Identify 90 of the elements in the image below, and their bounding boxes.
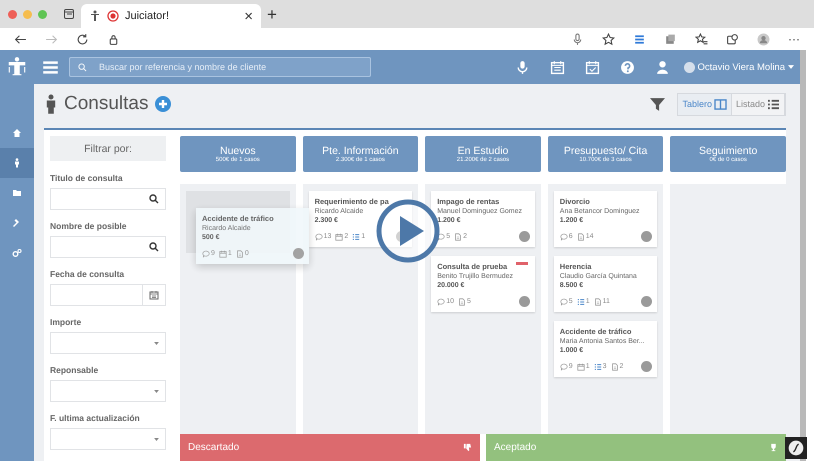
extension-icon[interactable] xyxy=(664,32,677,46)
input-field[interactable] xyxy=(50,236,166,258)
add-icon[interactable] xyxy=(154,96,170,112)
collections-icon[interactable] xyxy=(726,32,739,46)
document-icon xyxy=(236,250,244,258)
favorites-icon[interactable] xyxy=(695,32,708,46)
comment-icon xyxy=(437,232,446,240)
microphone-icon[interactable] xyxy=(514,60,530,74)
search-icon xyxy=(78,63,87,72)
maximize-window-button[interactable] xyxy=(38,10,47,18)
caret-icon xyxy=(154,438,159,440)
caret-icon xyxy=(154,342,159,344)
user-icon[interactable] xyxy=(654,60,670,74)
tab-overview-icon[interactable] xyxy=(63,8,75,20)
field-label: Reponsable xyxy=(50,365,100,375)
page-title: Consultas xyxy=(64,93,148,115)
field-label: F. ultima actualización xyxy=(50,413,141,423)
field-label: Nombre de posible xyxy=(50,221,128,231)
avatar xyxy=(641,296,652,307)
list-icon[interactable] xyxy=(633,32,646,46)
lock-icon xyxy=(107,32,120,46)
search-icon xyxy=(149,194,159,204)
profile-icon[interactable] xyxy=(757,32,770,46)
home-icon xyxy=(12,128,22,138)
menu-button[interactable]: ··· xyxy=(788,32,800,46)
input-field[interactable] xyxy=(50,380,166,402)
avatar xyxy=(684,62,695,72)
framework-icon[interactable] xyxy=(785,437,807,459)
comment-icon xyxy=(560,298,568,306)
calendar-icon xyxy=(576,362,585,370)
avatar xyxy=(641,361,652,372)
comment-icon xyxy=(314,232,323,240)
columns-icon xyxy=(714,98,727,110)
nav-item[interactable] xyxy=(0,148,34,178)
person-icon xyxy=(12,158,22,168)
folder-icon xyxy=(12,188,22,198)
calendar-check-icon[interactable] xyxy=(584,60,600,74)
document-icon xyxy=(576,232,585,240)
input-field[interactable] xyxy=(50,188,166,210)
list-icon xyxy=(594,362,602,370)
tab-title: Juiciator! xyxy=(125,10,170,22)
comment-icon xyxy=(437,298,446,306)
document-icon xyxy=(458,298,466,306)
field-label: Importe xyxy=(50,317,82,327)
microphone-icon[interactable] xyxy=(571,32,584,46)
calendar-icon[interactable] xyxy=(550,60,565,74)
input-field[interactable] xyxy=(50,284,166,306)
calendar-icon xyxy=(149,290,159,300)
close-tab-button[interactable]: × xyxy=(244,8,253,24)
caret-icon xyxy=(788,65,794,69)
thumbs-down-icon xyxy=(463,443,472,452)
logo-icon[interactable] xyxy=(6,56,28,78)
calendar-icon xyxy=(218,250,227,258)
menu-icon[interactable] xyxy=(42,58,59,76)
calendar-icon xyxy=(335,232,344,240)
comment-icon xyxy=(560,362,568,370)
browser-tab[interactable]: Juiciator! × xyxy=(81,4,261,28)
avatar xyxy=(641,231,652,242)
avatar xyxy=(293,248,304,259)
caret-icon xyxy=(154,390,159,392)
back-icon[interactable] xyxy=(14,32,27,46)
list-icon xyxy=(576,298,585,306)
document-icon xyxy=(454,232,462,240)
input-field[interactable] xyxy=(50,332,166,354)
gears-icon xyxy=(12,248,22,258)
logo-icon xyxy=(89,10,101,22)
new-tab-button[interactable]: + xyxy=(267,6,277,22)
filter-header: Filtrar por: xyxy=(50,136,166,161)
avatar xyxy=(518,296,530,307)
search-field[interactable]: Buscar por referencia y nombre de cliente xyxy=(69,57,371,77)
field-label: Titulo de consulta xyxy=(50,173,124,183)
document-icon xyxy=(594,298,602,306)
list-icon xyxy=(352,232,360,240)
reload-icon[interactable] xyxy=(76,32,89,46)
help-icon[interactable] xyxy=(620,60,635,74)
forward-icon[interactable] xyxy=(45,32,58,46)
trophy-icon xyxy=(769,443,778,452)
document-icon xyxy=(610,362,618,370)
avatar xyxy=(518,231,530,242)
close-window-button[interactable] xyxy=(8,10,17,18)
search-icon xyxy=(149,242,159,252)
comment-icon xyxy=(560,232,568,240)
comment-icon xyxy=(202,250,210,258)
field-label: Fecha de consulta xyxy=(50,269,126,279)
filter-icon[interactable] xyxy=(650,96,666,112)
person-icon xyxy=(44,94,58,114)
recording-icon xyxy=(107,10,119,22)
input-field[interactable] xyxy=(50,428,166,450)
list-icon xyxy=(767,98,780,110)
star-icon[interactable] xyxy=(602,32,615,46)
